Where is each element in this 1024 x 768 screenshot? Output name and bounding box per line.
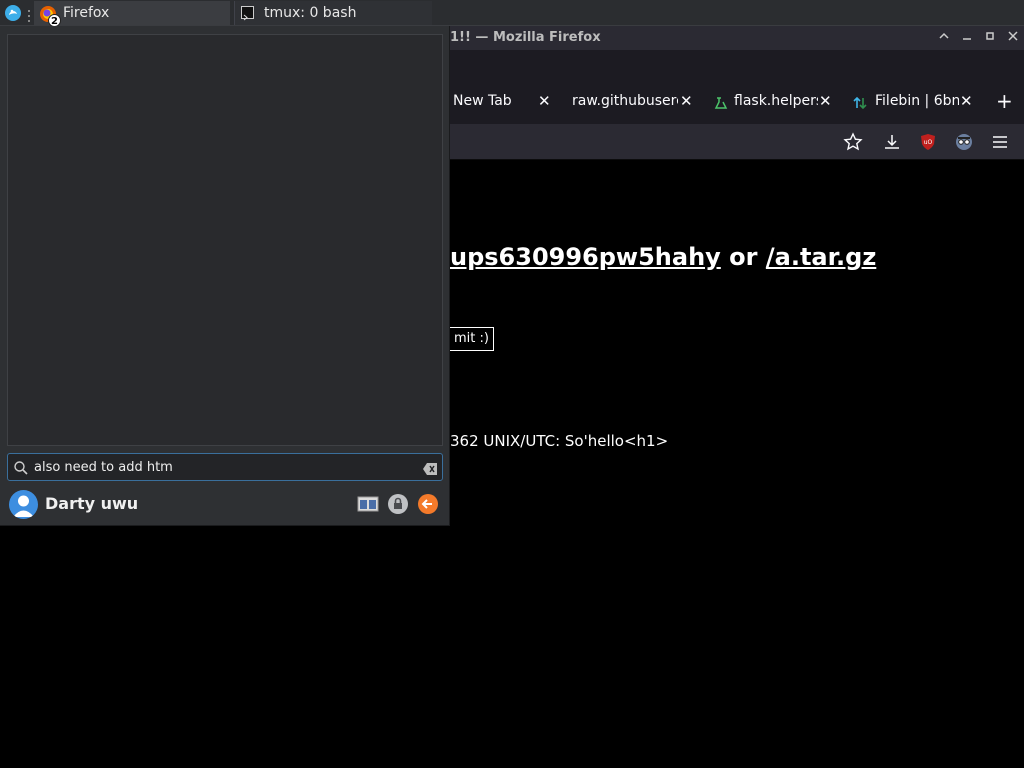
app-launcher-popup: Darty uwu <box>0 26 450 526</box>
window-title: 1!! — Mozilla Firefox <box>450 30 601 45</box>
switch-user-icon <box>357 496 379 512</box>
maximize-button[interactable] <box>982 30 998 46</box>
app-launcher-button[interactable] <box>3 3 23 23</box>
search-icon <box>13 460 29 476</box>
tab-close-icon[interactable]: ✕ <box>680 88 693 114</box>
clear-search-icon[interactable] <box>422 461 438 475</box>
lock-screen-button[interactable] <box>387 493 409 515</box>
switch-user-button[interactable] <box>357 493 379 515</box>
tab-filebin[interactable]: Filebin | 6bn <box>875 88 959 114</box>
taskbar-item-tmux[interactable]: tmux: 0 bash <box>234 1 432 25</box>
terminal-icon <box>241 6 254 21</box>
status-text: 362 UNIX/UTC: So'hello<h1> <box>450 432 669 450</box>
leave-button[interactable] <box>417 493 439 515</box>
tab-close-icon[interactable]: ✕ <box>538 88 551 114</box>
tab-close-icon[interactable]: ✕ <box>960 88 973 114</box>
firefox-icon: 2 <box>38 4 61 27</box>
user-row: Darty uwu <box>0 486 450 526</box>
or-text: or <box>729 243 758 271</box>
svg-text:uO: uO <box>924 139 933 146</box>
archive-link[interactable]: /a.tar.gz <box>766 243 876 271</box>
tab-close-icon[interactable]: ✕ <box>819 88 832 114</box>
launcher-logo-icon <box>5 5 21 21</box>
search-field[interactable] <box>7 453 443 481</box>
new-tab-button[interactable]: + <box>996 88 1013 114</box>
downloads-icon[interactable] <box>882 132 902 152</box>
tab-raw-github[interactable]: raw.githubuserc <box>572 88 678 114</box>
extension-spy-icon[interactable] <box>954 132 974 152</box>
taskbar-item-label: Firefox <box>63 5 110 21</box>
taskbar-item-firefox[interactable]: 2 Firefox <box>34 1 230 27</box>
bookmark-star-icon[interactable] <box>843 132 863 152</box>
close-window-button[interactable] <box>1005 30 1021 46</box>
search-input[interactable] <box>34 457 414 477</box>
page-heading-links: ups630996pw5hahy or /a.tar.gz <box>450 243 876 271</box>
chevron-up-icon[interactable] <box>936 30 952 46</box>
user-avatar-icon <box>13 495 34 517</box>
upload-link[interactable]: ups630996pw5hahy <box>450 243 721 271</box>
username: Darty uwu <box>45 494 139 513</box>
taskbar: 2 Firefox tmux: 0 bash <box>0 0 1024 27</box>
taskbar-item-label: tmux: 0 bash <box>264 5 357 21</box>
minimize-button[interactable] <box>959 30 975 46</box>
panel-handle-icon[interactable] <box>27 7 31 22</box>
hamburger-menu-icon[interactable] <box>990 132 1010 152</box>
flask-favicon-icon <box>714 95 728 109</box>
ublock-origin-icon[interactable]: uO <box>918 132 938 152</box>
logout-arrow-icon <box>418 494 438 514</box>
tab-new-tab[interactable]: New Tab <box>453 88 533 114</box>
filebin-favicon-icon <box>853 95 867 110</box>
avatar[interactable] <box>9 490 38 519</box>
search-results-area <box>7 34 443 446</box>
lock-icon <box>388 494 408 514</box>
tab-flask-helpers[interactable]: flask.helpers <box>734 88 818 114</box>
submit-button[interactable]: mit :) <box>450 327 494 351</box>
